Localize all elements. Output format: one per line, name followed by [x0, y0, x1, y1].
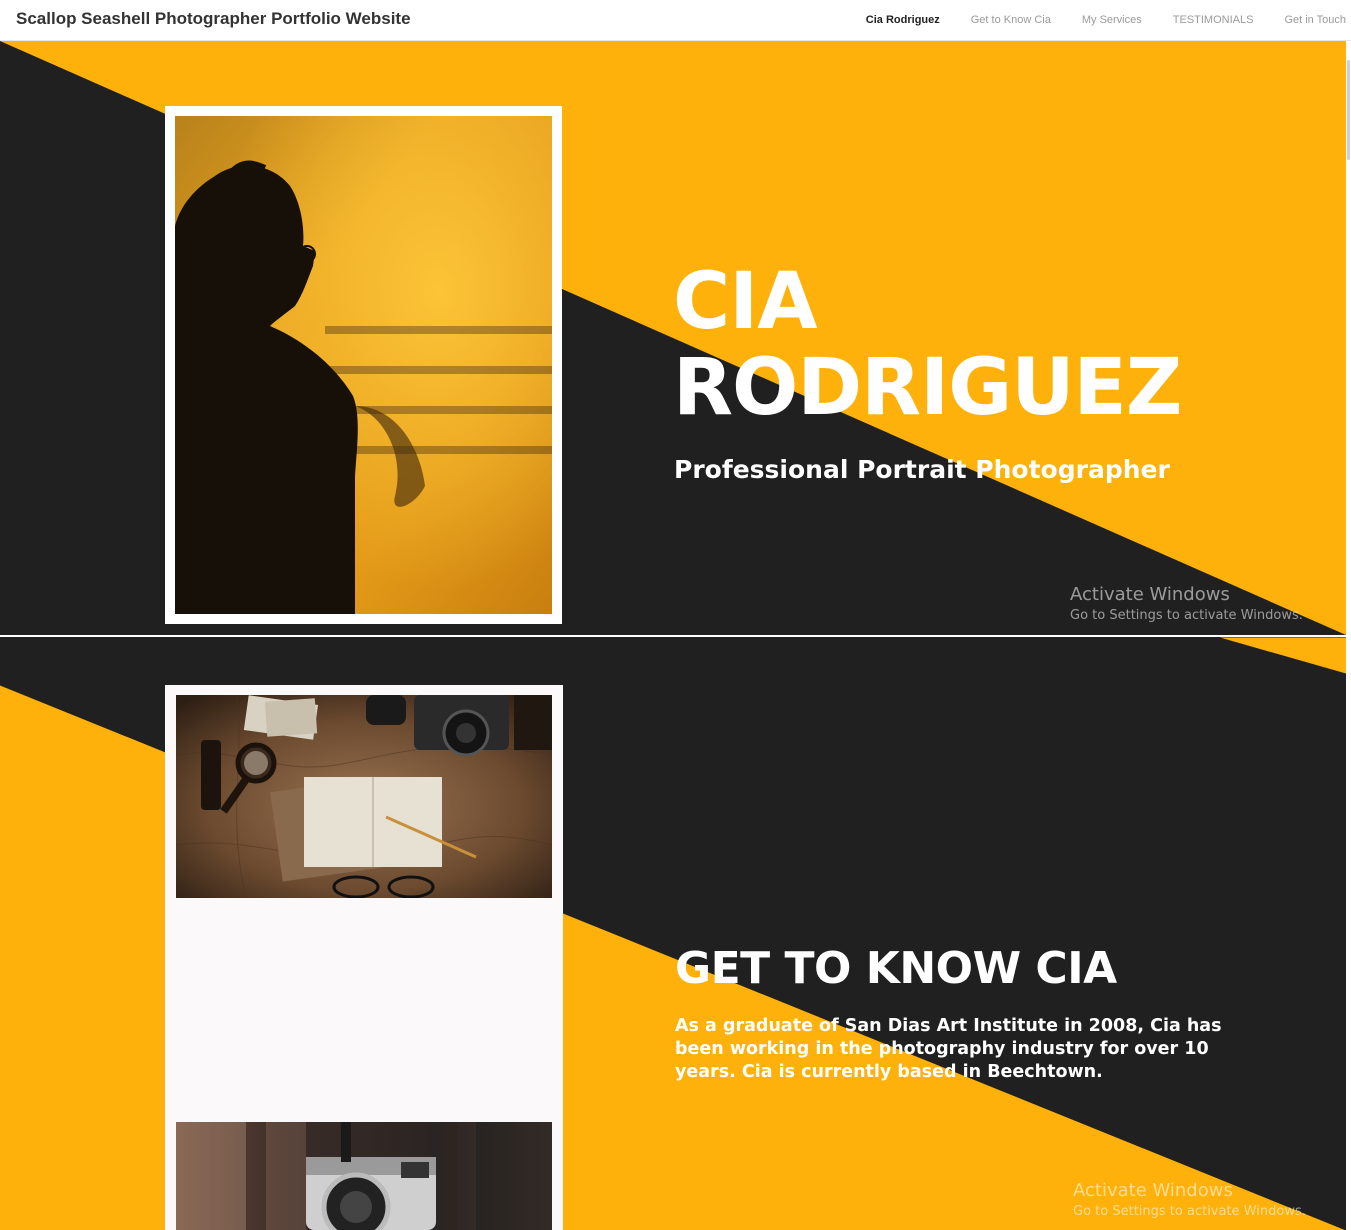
nav-link-testimonials[interactable]: TESTIMONIALS	[1173, 14, 1254, 26]
nav-link-get-in-touch[interactable]: Get in Touch	[1284, 14, 1346, 26]
activate-windows-watermark: Activate Windows Go to Settings to activ…	[1070, 584, 1303, 623]
hero-name-line1: CIA	[673, 257, 818, 347]
top-navbar: Scallop Seashell Photographer Portfolio …	[0, 0, 1351, 41]
flatlay-notebook-image	[176, 695, 552, 898]
activate-windows-watermark-2: Activate Windows Go to Settings to activ…	[1073, 1180, 1306, 1219]
about-heading: GET TO KNOW CIA	[675, 943, 1117, 994]
scrollbar-thumb[interactable]	[1347, 60, 1350, 160]
watermark-title-2: Activate Windows	[1073, 1180, 1233, 1201]
hero-section: CIA RODRIGUEZ Professional Portrait Phot…	[0, 41, 1346, 635]
silhouette-portrait-image	[175, 116, 552, 614]
nav-link-cia-rodriguez[interactable]: Cia Rodriguez	[866, 14, 940, 26]
about-paragraph: As a graduate of San Dias Art Institute …	[675, 1016, 1222, 1082]
watermark-subtitle: Go to Settings to activate Windows.	[1070, 608, 1303, 623]
nav-link-get-to-know-cia[interactable]: Get to Know Cia	[971, 14, 1051, 26]
nav-link-my-services[interactable]: My Services	[1082, 14, 1142, 26]
hero-name-line2: RODRIGUEZ	[673, 343, 1182, 433]
page-right-edge	[1346, 41, 1351, 1230]
vintage-camera-image	[176, 1122, 552, 1230]
hero-photo	[175, 116, 552, 614]
hero-photo-frame	[165, 106, 562, 624]
about-section: GET TO KNOW CIA As a graduate of San Dia…	[0, 637, 1346, 1230]
about-photo-top	[176, 695, 552, 898]
about-photo-bottom	[176, 1122, 552, 1230]
hero-name: CIA RODRIGUEZ	[673, 257, 1182, 433]
site-title[interactable]: Scallop Seashell Photographer Portfolio …	[16, 9, 411, 29]
nav-menu: Cia Rodriguez Get to Know Cia My Service…	[835, 14, 1346, 26]
about-photo-card	[165, 685, 563, 1230]
hero-subtitle: Professional Portrait Photographer	[674, 455, 1170, 484]
watermark-subtitle-2: Go to Settings to activate Windows.	[1073, 1204, 1306, 1219]
watermark-title: Activate Windows	[1070, 584, 1230, 605]
